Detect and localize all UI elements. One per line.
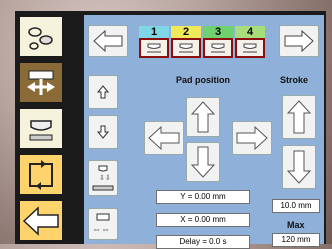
tab-2[interactable]: 2 bbox=[171, 26, 201, 58]
svg-text:⇩⇩: ⇩⇩ bbox=[99, 174, 111, 182]
small-down-arrow-icon bbox=[97, 125, 109, 139]
pad-home-button[interactable]: ⇩⇩ bbox=[88, 160, 118, 196]
sidebar-pad-stamp-button[interactable] bbox=[18, 107, 64, 150]
svg-text:⇔⇔: ⇔⇔ bbox=[92, 224, 110, 234]
max-label: Max bbox=[287, 220, 305, 230]
stroke-label: Stroke bbox=[280, 75, 309, 85]
arrow-down-icon bbox=[286, 150, 312, 184]
next-arrow-button[interactable] bbox=[279, 25, 319, 57]
pad-icon bbox=[139, 38, 169, 58]
delay-field: Delay = 0.0 s bbox=[156, 235, 250, 249]
pad-left-button[interactable] bbox=[144, 121, 184, 155]
tab-3[interactable]: 3 bbox=[203, 26, 233, 58]
step-down-button[interactable] bbox=[88, 115, 118, 149]
stroke-value-field: 10.0 mm bbox=[272, 199, 320, 213]
tab-number: 4 bbox=[235, 26, 265, 38]
pad-right-button[interactable] bbox=[232, 121, 272, 155]
max-value-field: 120 mm bbox=[272, 233, 320, 247]
pad-up-button[interactable] bbox=[186, 97, 220, 137]
small-up-arrow-icon bbox=[97, 85, 109, 99]
arrow-left-icon bbox=[93, 29, 123, 53]
sidebar-cycle-button[interactable] bbox=[18, 153, 64, 196]
arrow-right-icon bbox=[236, 125, 268, 151]
rotate-cycle-icon bbox=[29, 159, 53, 190]
tab-1[interactable]: 1 bbox=[139, 26, 169, 58]
back-arrow-icon bbox=[22, 205, 59, 236]
x-position-field: X = 0.00 mm bbox=[156, 213, 250, 227]
main-panel: 1 2 3 4 ⇩⇩ ⇔⇔ Pad position Stroke Y = 0.… bbox=[84, 15, 324, 249]
pad-home-icon: ⇩⇩ bbox=[92, 165, 114, 191]
stroke-up-button[interactable] bbox=[282, 95, 316, 139]
pad-stamp-icon bbox=[29, 119, 53, 140]
tab-number: 3 bbox=[203, 26, 233, 38]
footprints-icon bbox=[28, 26, 53, 50]
pad-position-label: Pad position bbox=[176, 75, 230, 85]
tab-4[interactable]: 4 bbox=[235, 26, 265, 58]
sidebar-footprints-button[interactable] bbox=[18, 15, 64, 58]
prev-arrow-button[interactable] bbox=[88, 25, 128, 57]
tab-number: 1 bbox=[139, 26, 169, 38]
stroke-down-button[interactable] bbox=[282, 145, 316, 189]
pad-down-button[interactable] bbox=[186, 142, 220, 182]
pad-icon bbox=[171, 38, 201, 58]
arrow-up-icon bbox=[286, 100, 312, 134]
pad-offset-icon: ⇔⇔ bbox=[92, 213, 110, 234]
pad-offset-button[interactable]: ⇔⇔ bbox=[88, 208, 118, 240]
pad-icon bbox=[235, 38, 265, 58]
arrow-down-icon bbox=[190, 146, 216, 178]
pad-icon bbox=[203, 38, 233, 58]
pad-move-icon bbox=[27, 70, 55, 95]
y-position-field: Y = 0.00 mm bbox=[156, 190, 250, 204]
tab-number: 2 bbox=[171, 26, 201, 38]
app-window: 1 2 3 4 ⇩⇩ ⇔⇔ Pad position Stroke Y = 0.… bbox=[15, 11, 326, 249]
arrow-right-icon bbox=[284, 29, 314, 53]
arrow-up-icon bbox=[190, 101, 216, 133]
sidebar-back-button[interactable] bbox=[18, 199, 64, 242]
step-up-button[interactable] bbox=[88, 75, 118, 109]
sidebar-pad-move-button[interactable] bbox=[18, 61, 64, 104]
arrow-left-icon bbox=[148, 125, 180, 151]
